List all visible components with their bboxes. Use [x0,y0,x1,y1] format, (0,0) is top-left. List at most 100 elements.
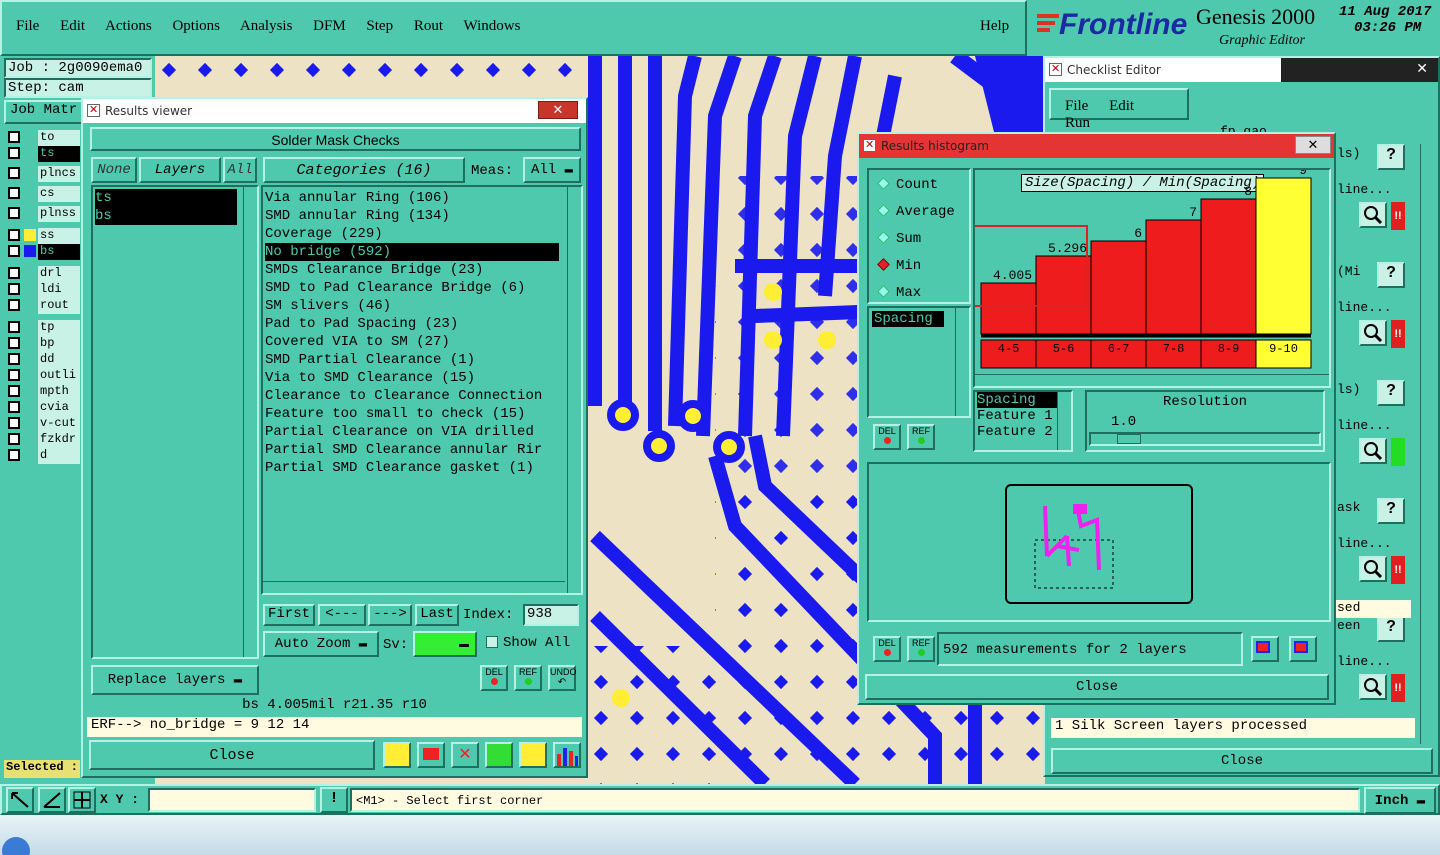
layer-row-d[interactable]: d [4,448,80,464]
mode-average[interactable]: Average [877,201,969,228]
category-item[interactable]: SMD Partial Clearance (1) [265,351,559,369]
layer-checkbox[interactable] [8,417,20,429]
menu-options[interactable]: Options [172,18,220,34]
sv-color-dropdown[interactable]: ▬ [413,631,477,657]
layer-checkbox[interactable] [8,131,20,143]
layer-row-mpth[interactable]: mpth [4,384,80,400]
magnifier-icon[interactable] [1359,674,1387,700]
category-item[interactable]: Pad to Pad Spacing (23) [265,315,559,333]
next-button[interactable]: ---> [368,604,412,626]
layer-row-cs[interactable]: cs [4,186,80,202]
layer-checkbox[interactable] [8,299,20,311]
xy-input[interactable] [148,788,316,812]
layer-item-bs[interactable]: bs [95,207,237,225]
close-icon[interactable]: ✕ [1295,136,1331,154]
layers-button[interactable]: Layers [139,157,221,183]
prev-button[interactable]: <--- [318,604,366,626]
layer-row-outli[interactable]: outli [4,368,80,384]
index-input[interactable]: 938 [523,604,579,626]
job-matrix-button[interactable]: Job Matr [4,100,84,124]
del-button[interactable]: DEL [480,665,508,691]
layer-checkbox[interactable] [8,369,20,381]
layer-label[interactable]: mpth [38,384,80,400]
layer-label[interactable]: plncs [38,166,80,182]
clear-icon[interactable]: ✕ [451,742,479,768]
radio-icon[interactable] [877,231,890,244]
help-icon[interactable]: ? [1377,380,1405,406]
layer-label[interactable]: outli [38,368,80,384]
layer-label[interactable]: tp [38,320,80,336]
mode-min[interactable]: Min [877,255,969,282]
help-icon[interactable]: ? [1377,144,1405,170]
close-icon[interactable]: ✕ [1416,60,1428,77]
layer-label[interactable]: bs [38,244,80,260]
preview-del-button[interactable]: DEL [873,636,901,662]
chart-hscrollbar[interactable] [975,374,1329,386]
report-icon[interactable] [417,742,445,768]
pan-icon[interactable] [1289,636,1317,662]
category-item[interactable]: Via annular Ring (106) [265,189,559,207]
layer-checkbox[interactable] [8,449,20,461]
checklist-action-row[interactable]: ls) ? line... !! [1335,144,1415,256]
layer-row-plncs[interactable]: plncs [4,166,80,182]
layer-checkbox[interactable] [8,187,20,199]
zoom-area-icon[interactable] [6,787,34,813]
layer-checkbox[interactable] [8,283,20,295]
magnifier-icon[interactable] [1359,320,1387,346]
menu-step[interactable]: Step [366,18,393,34]
show-all-checkbox[interactable] [486,636,498,648]
layer-row-to[interactable]: to [4,130,80,146]
numbers-icon[interactable] [485,742,513,768]
layer-label[interactable]: ts [38,146,80,162]
layer-label[interactable]: d [38,448,80,464]
radio-icon[interactable] [877,177,890,190]
magnifier-icon[interactable] [1359,438,1387,464]
layer-label[interactable]: ldi [38,282,80,298]
layer-row-drl[interactable]: drl [4,266,80,282]
checklist-action-row[interactable]: ask ? line... !! [1335,498,1415,610]
layer-label[interactable]: v-cut [38,416,80,432]
layer-checkbox[interactable] [8,321,20,333]
layer-checkbox[interactable] [8,337,20,349]
radio-icon[interactable] [877,285,890,298]
layer-row-v-cut[interactable]: v-cut [4,416,80,432]
histogram-bar[interactable] [1035,255,1092,335]
layer-checkbox[interactable] [8,245,20,257]
histogram-bar[interactable] [1090,240,1147,335]
mode-max[interactable]: Max [877,282,969,309]
histogram-bar[interactable] [1145,219,1202,335]
zoom-to-fit-icon[interactable] [1251,636,1279,662]
replace-layers-dropdown[interactable]: Replace layers ▬ [91,665,259,695]
layer-label[interactable]: plnss [38,206,80,222]
layer-row-fzkdr[interactable]: fzkdr [4,432,80,448]
checklist-menu-edit[interactable]: Edit [1109,98,1134,114]
layer-label[interactable]: drl [38,266,80,282]
layer-checkbox[interactable] [8,207,20,219]
menu-dfm[interactable]: DFM [313,18,346,34]
category-item[interactable]: No bridge (592) [265,243,559,261]
start-orb-icon[interactable] [2,837,30,855]
layer-checkbox[interactable] [8,385,20,397]
histogram-bar[interactable] [980,282,1037,335]
histogram-bar[interactable] [1255,177,1312,335]
field-select-scrollbar[interactable] [1057,392,1071,450]
menu-edit[interactable]: Edit [60,18,85,34]
none-button[interactable]: None [91,157,137,183]
layer-row-plnss[interactable]: plnss [4,206,80,222]
radio-icon[interactable] [877,204,890,217]
spacing-item[interactable]: Spacing [872,311,944,327]
magnifier-icon[interactable] [1359,556,1387,582]
histogram-bar[interactable] [1200,198,1257,335]
categories-hscrollbar[interactable] [263,581,565,593]
category-item[interactable]: Covered VIA to SM (27) [265,333,559,351]
category-item[interactable]: Partial Clearance on VIA drilled [265,423,559,441]
layer-row-dd[interactable]: dd [4,352,80,368]
menu-actions[interactable]: Actions [105,18,152,34]
meas-dropdown[interactable]: All ▬ [523,157,581,183]
help-icon[interactable]: ? [1377,498,1405,524]
mode-sum[interactable]: Sum [877,228,969,255]
category-item[interactable]: Coverage (229) [265,225,559,243]
mode-count[interactable]: Count [877,174,969,201]
layer-label[interactable]: cvia [38,400,80,416]
menu-windows[interactable]: Windows [464,18,521,34]
